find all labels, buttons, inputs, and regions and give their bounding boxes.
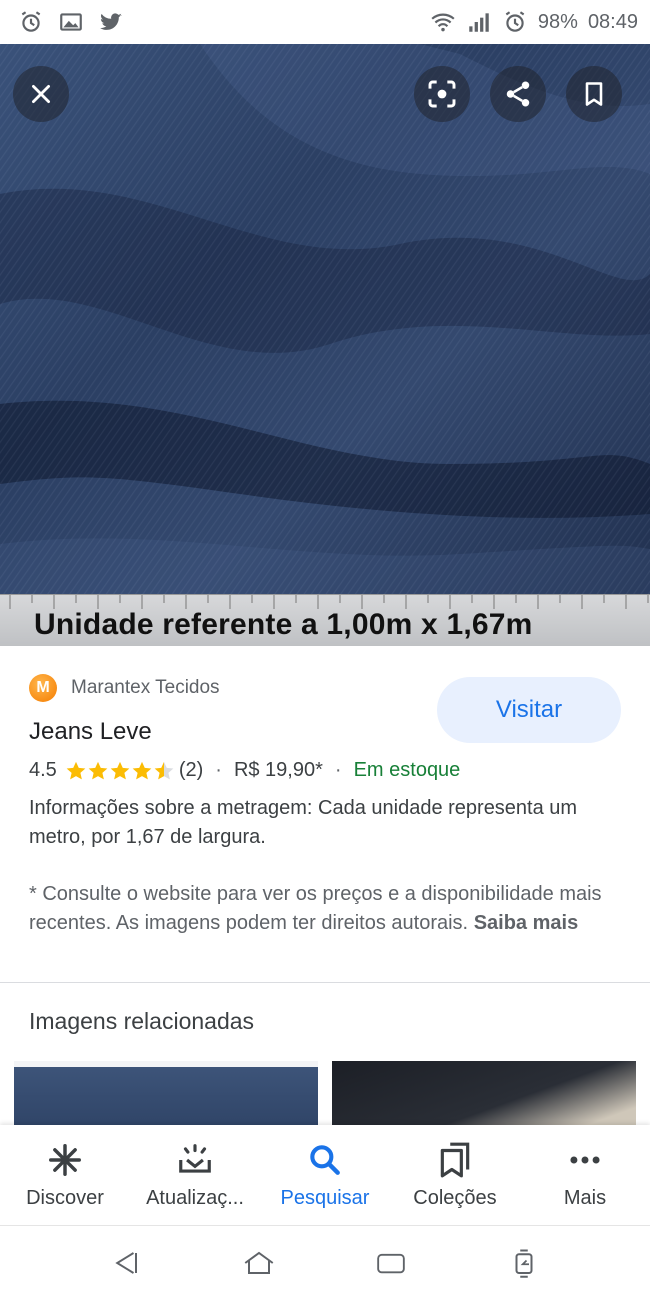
nav-search[interactable]: Pesquisar <box>260 1125 390 1225</box>
wifi-icon <box>431 13 455 32</box>
updates-icon <box>179 1143 211 1173</box>
clock: 08:49 <box>587 10 638 33</box>
recents-icon <box>377 1253 406 1274</box>
nav-updates[interactable]: Atualizaç... <box>130 1125 260 1225</box>
star-half-icon <box>154 761 174 779</box>
alarm-icon <box>505 11 525 32</box>
twitter-icon <box>100 13 122 30</box>
rotate-button[interactable] <box>504 1243 544 1283</box>
visit-button[interactable]: Visitar <box>437 677 621 743</box>
nav-label: Coleções <box>413 1186 497 1209</box>
ruler-strip: Unidade referente a 1,00m x 1,67m <box>0 594 650 646</box>
lens-icon <box>428 80 456 108</box>
system-navigation-bar <box>0 1225 650 1300</box>
more-icon <box>570 1156 600 1163</box>
review-count: (2) <box>178 759 204 781</box>
nav-label: Mais <box>563 1186 607 1209</box>
product-title: Jeans Leve <box>29 718 152 745</box>
recents-button[interactable] <box>371 1243 411 1283</box>
star-icon <box>110 761 130 779</box>
denim-fabric-image <box>0 44 650 646</box>
related-images-title: Imagens relacionadas <box>29 1008 255 1034</box>
nav-label: Pesquisar <box>280 1186 370 1209</box>
star-icon <box>66 761 86 779</box>
merchant-row[interactable]: M Marantex Tecidos <box>29 674 220 702</box>
asterisk-icon <box>49 1143 81 1176</box>
star-icon <box>132 761 152 779</box>
search-icon <box>310 1144 340 1175</box>
merchant-name: Marantex Tecidos <box>71 677 220 698</box>
separator-dot: · <box>334 759 342 781</box>
product-description: Informações sobre a metragem: Cada unida… <box>29 797 578 848</box>
rating-value: 4.5 <box>29 759 57 781</box>
nav-label: Atualizaç... <box>146 1186 244 1209</box>
lens-button[interactable] <box>414 66 470 122</box>
star-icon <box>88 761 108 779</box>
product-details: M Marantex Tecidos Visitar Jeans Leve 4.… <box>0 646 650 982</box>
share-icon <box>506 81 530 107</box>
collections-icon <box>440 1142 470 1177</box>
merchant-logo: M <box>29 674 57 702</box>
divider <box>0 982 650 983</box>
bookmark-icon <box>585 82 603 106</box>
learn-more-link[interactable]: Saiba mais <box>474 912 579 934</box>
bottom-navigation: Discover Atualizaç... Pesquisar Coleções… <box>0 1125 650 1225</box>
signal-icon <box>469 13 489 32</box>
nav-collections[interactable]: Coleções <box>390 1125 520 1225</box>
nav-label: Discover <box>26 1186 104 1209</box>
back-button[interactable] <box>106 1243 146 1283</box>
rotate-icon <box>515 1249 533 1278</box>
nav-discover[interactable]: Discover <box>0 1125 130 1225</box>
product-image[interactable]: Unidade referente a 1,00m x 1,67m <box>0 44 650 646</box>
bookmark-button[interactable] <box>566 66 622 122</box>
rating-row: 4.5 (2) · R$ 19,90* · Em estoque <box>29 759 460 782</box>
image-caption: Unidade referente a 1,00m x 1,67m <box>34 608 533 641</box>
close-button[interactable] <box>13 66 69 122</box>
related-image-thumbnail[interactable] <box>14 1061 318 1125</box>
alarm-icon <box>21 11 41 32</box>
price: R$ 19,90* <box>233 759 323 781</box>
separator-dot: · <box>215 759 222 781</box>
gallery-icon <box>60 13 82 31</box>
stock-status: Em estoque <box>353 759 461 781</box>
back-icon <box>115 1252 138 1274</box>
star-rating <box>65 760 175 782</box>
status-bar-right: 98% 08:49 <box>430 9 638 35</box>
close-icon <box>32 85 50 103</box>
home-icon <box>244 1251 274 1274</box>
nav-more[interactable]: Mais <box>520 1125 650 1225</box>
home-button[interactable] <box>239 1243 279 1283</box>
status-bar: 98% 08:49 <box>0 0 650 44</box>
share-button[interactable] <box>490 66 546 122</box>
price-disclaimer: * Consulte o website para ver os preços … <box>29 880 629 938</box>
battery-level: 98% <box>537 10 578 33</box>
related-image-thumbnail[interactable] <box>332 1061 636 1125</box>
status-bar-left <box>18 9 124 35</box>
